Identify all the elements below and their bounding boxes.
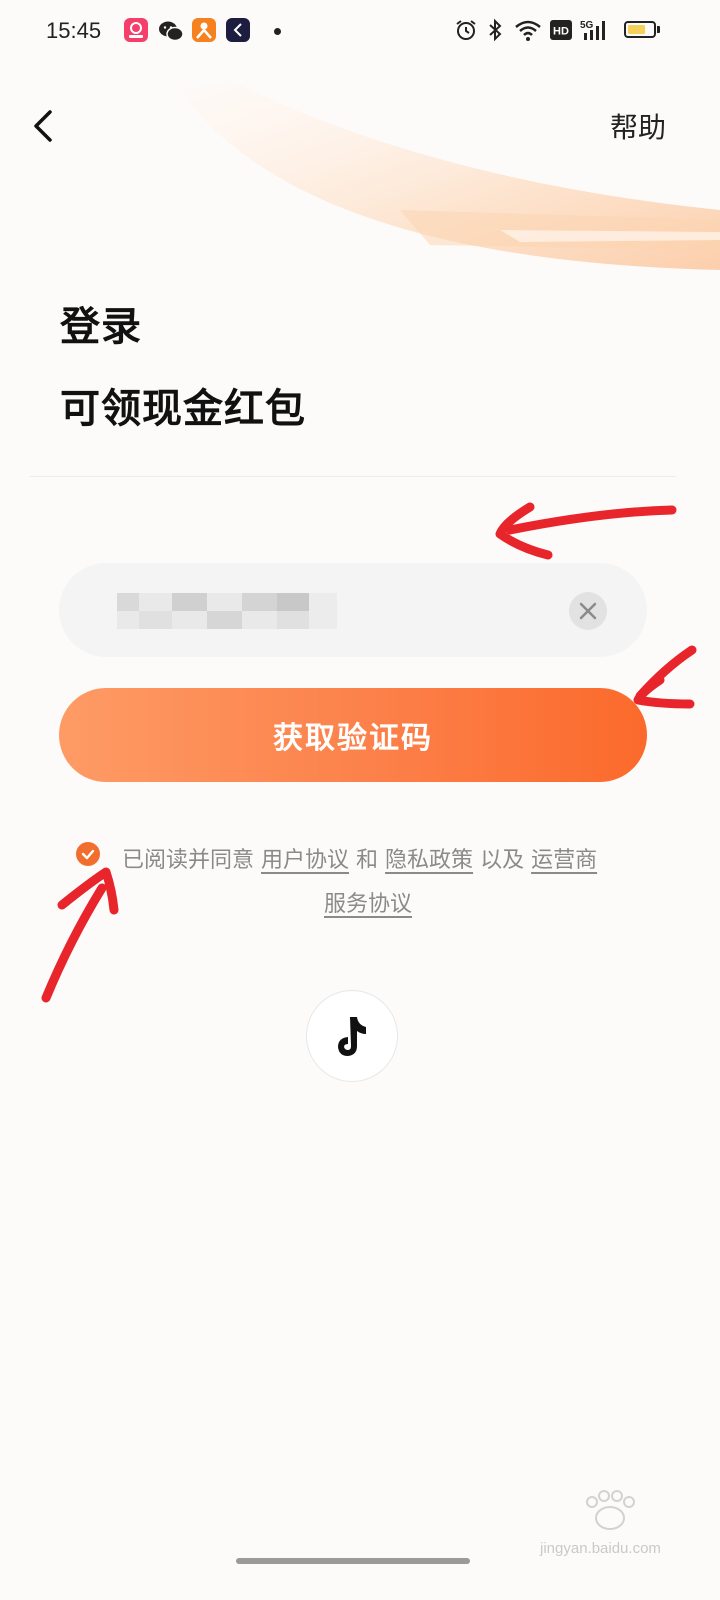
wechat-icon — [159, 21, 184, 42]
page-subtitle: 可领现金红包 — [60, 386, 306, 432]
help-link[interactable]: 帮助 — [610, 106, 666, 146]
page-title: 登录 — [60, 304, 142, 350]
operator-agreement-link[interactable]: 运营商 — [531, 848, 597, 873]
agreement-checkbox[interactable] — [76, 842, 100, 866]
home-indicator[interactable] — [236, 1558, 470, 1564]
svg-text:HD: HD — [553, 26, 569, 38]
svg-text:5G: 5G — [580, 20, 594, 31]
agreement-text-line2: 服务协议 — [324, 886, 412, 918]
agreement-also: 以及 — [480, 848, 525, 873]
tiktok-icon — [338, 1017, 366, 1056]
agreement-text: 已阅读并同意 用户协议和隐私政策 以及 运营商 — [122, 842, 597, 874]
divider — [30, 476, 676, 477]
tiktok-login-button[interactable] — [306, 990, 398, 1082]
get-code-button[interactable]: 获取验证码 — [59, 688, 647, 782]
notification-dot — [274, 28, 281, 35]
wifi-icon — [515, 20, 541, 41]
5g-signal-icon: 5G — [580, 20, 605, 40]
clear-input-button[interactable] — [569, 592, 607, 630]
battery-level — [628, 25, 645, 34]
user-agreement-link[interactable]: 用户协议 — [261, 848, 349, 873]
phone-input[interactable] — [59, 563, 647, 657]
alarm-icon — [456, 20, 476, 40]
hd-icon: HD — [550, 20, 572, 40]
status-bar: 15:45 HD 5G — [0, 0, 720, 64]
annotation-arrows — [41, 502, 697, 1003]
orange-app-icon — [192, 18, 216, 42]
check-icon — [81, 849, 95, 860]
status-time: 15:45 — [46, 18, 102, 43]
battery-icon — [624, 21, 656, 38]
chevron-left-icon — [34, 110, 52, 142]
agreement-prefix: 已阅读并同意 — [122, 848, 255, 873]
header-decoration — [180, 80, 720, 270]
agreement-and: 和 — [356, 848, 379, 873]
navy-app-icon — [226, 18, 250, 42]
bluetooth-icon — [489, 18, 502, 42]
watermark-text: jingyan.baidu.com — [540, 1540, 661, 1557]
close-icon — [579, 602, 597, 620]
battery-tip — [657, 26, 660, 33]
operator-agreement-link-cont[interactable]: 服务协议 — [324, 892, 412, 917]
privacy-policy-link[interactable]: 隐私政策 — [385, 848, 473, 873]
phone-number-blurred — [117, 593, 337, 629]
back-button[interactable] — [26, 104, 66, 148]
pink-app-icon — [124, 18, 148, 42]
